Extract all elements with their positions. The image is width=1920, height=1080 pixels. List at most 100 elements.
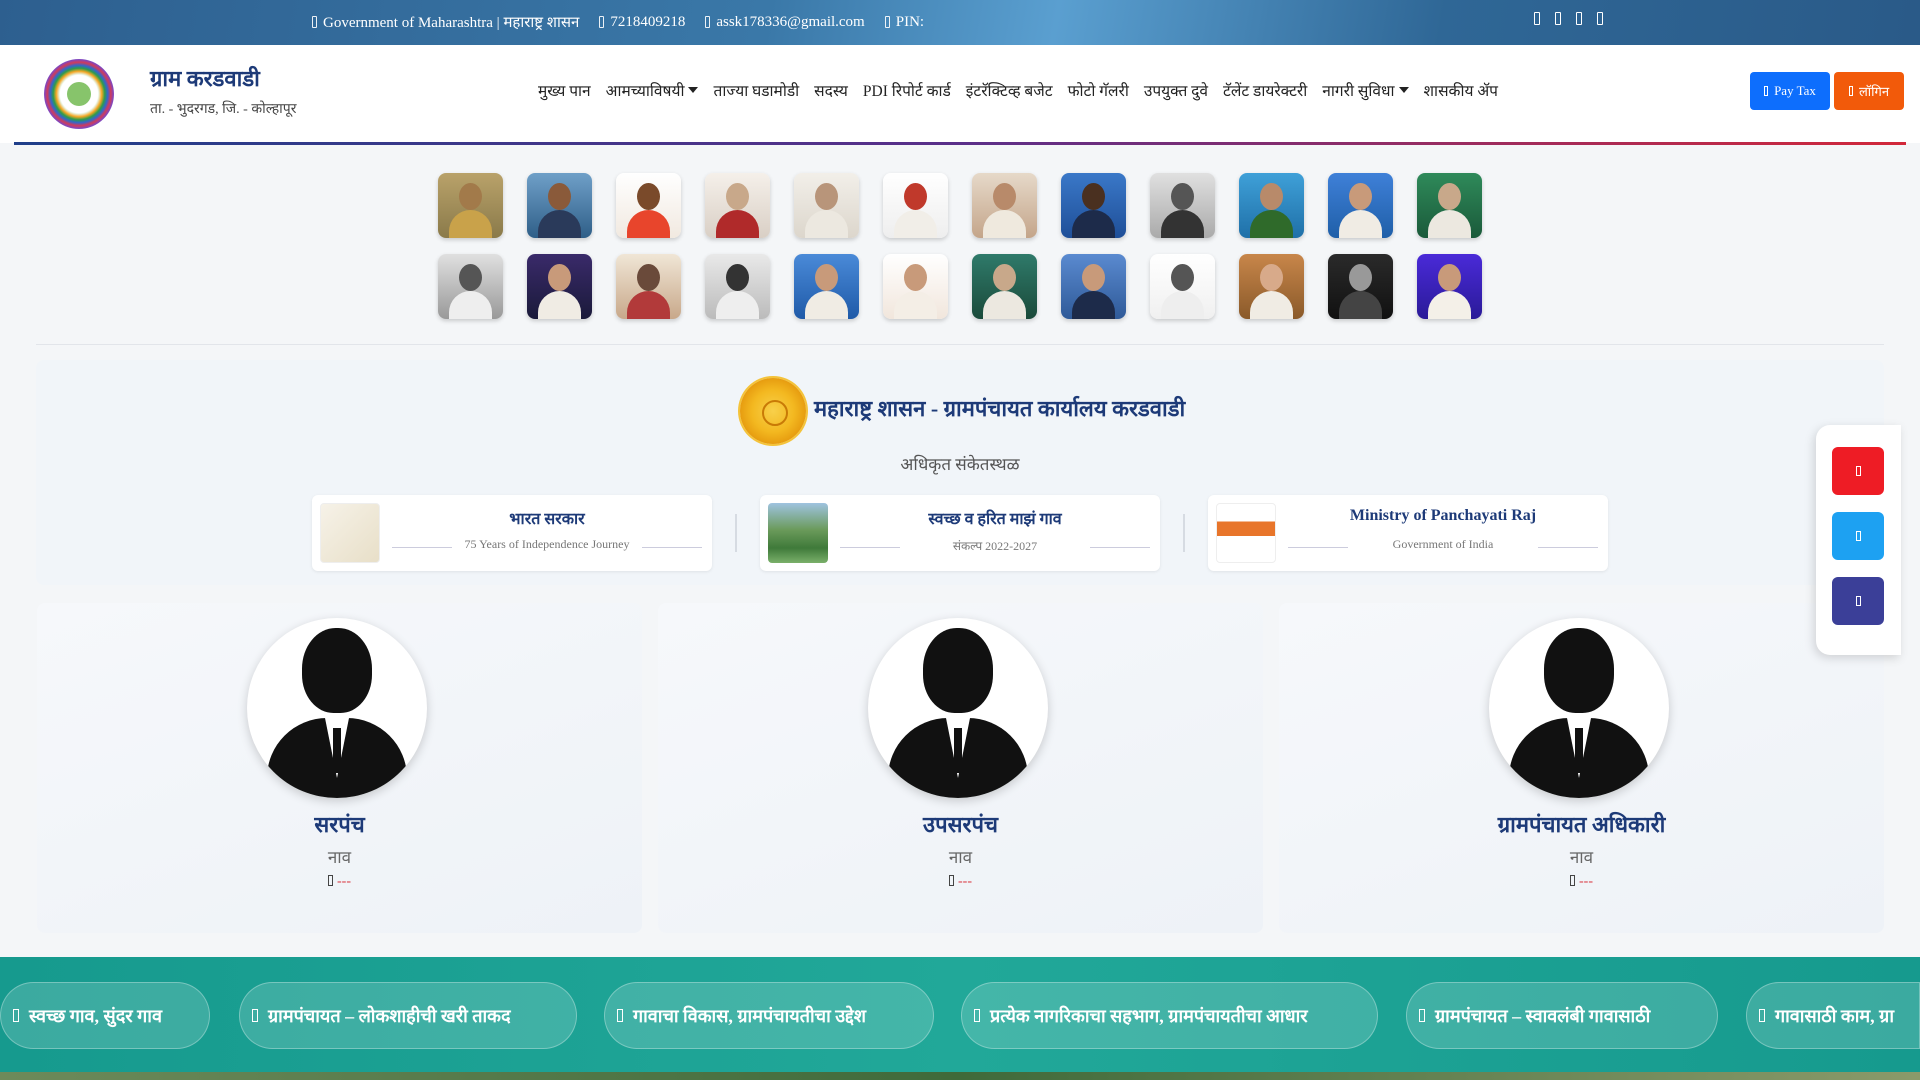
nav-members[interactable]: सदस्य [814, 79, 848, 101]
caret-down-icon [1398, 87, 1409, 93]
header: ग्राम करडवाडी ता. - भुदरगड, जि. - कोल्हा… [0, 45, 1920, 145]
card-title: स्वच्छ व हरित माझं गाव [928, 511, 1062, 528]
login-button[interactable]: लॉगिन [1834, 72, 1904, 110]
nav-talent[interactable]: टॅलेंट डायरेक्टरी [1223, 79, 1307, 101]
leader-portrait[interactable] [1150, 173, 1215, 238]
leader-portrait[interactable] [705, 173, 770, 238]
map-pin-icon [884, 16, 890, 28]
nav-pdi-report[interactable]: PDI रिपोर्ट कार्ड [863, 79, 951, 101]
main-nav: मुख्य पान आमच्याविषयी ताज्या घडामोडी सदस… [538, 79, 1498, 101]
village-logo[interactable] [44, 59, 114, 129]
pin-info: PIN: [884, 14, 924, 31]
footer-image-strip [0, 1072, 1920, 1080]
facebook-icon[interactable] [1534, 12, 1540, 25]
phone-icon [949, 875, 954, 886]
link-card-panchayati-raj[interactable]: Ministry of Panchayati Raj Government of… [1208, 495, 1608, 571]
phone-icon [599, 16, 605, 28]
officer-phone[interactable]: --- [658, 874, 1263, 890]
phone-info[interactable]: 7218409218 [599, 14, 685, 31]
card-subtitle: 75 Years of Independence Journey [464, 537, 630, 551]
village-location: ता. - भुदरगड, जि. - कोल्हापूर [150, 102, 297, 117]
official-subtitle: अधिकृत संकेतस्थळ [900, 455, 1020, 474]
leader-portrait[interactable] [527, 254, 592, 319]
nav-services[interactable]: नागरी सुविधा [1322, 79, 1409, 101]
nav-news[interactable]: ताज्या घडामोडी [713, 79, 799, 101]
avatar [1489, 618, 1669, 798]
twitter-icon [1855, 531, 1861, 541]
ticker-item: ग्रामपंचायत – लोकशाहीची खरी ताकद [239, 982, 577, 1049]
slogan-ticker: स्वच्छ गाव, सुंदर गाव ग्रामपंचायत – लोकश… [0, 957, 1920, 1072]
leader-portrait[interactable] [883, 173, 948, 238]
government-info: Government of Maharashtra | महाराष्ट्र श… [312, 12, 579, 32]
officer-role: उपसरपंच [923, 812, 998, 837]
leader-portrait[interactable] [883, 254, 948, 319]
leader-portrait[interactable] [1328, 173, 1393, 238]
phone-icon [1570, 875, 1575, 886]
email-info[interactable]: assk178336@gmail.com [705, 14, 865, 31]
building-icon [312, 16, 317, 28]
officer-name: नाव [1569, 848, 1594, 867]
leader-portrait[interactable] [972, 254, 1037, 319]
nav-about[interactable]: आमच्याविषयी [606, 79, 699, 101]
link-card-bharat-sarkar[interactable]: भारत सरकार 75 Years of Independence Jour… [312, 495, 712, 571]
leader-portrait[interactable] [1150, 254, 1215, 319]
pay-tax-button[interactable]: Pay Tax [1750, 72, 1830, 110]
leader-portrait[interactable] [1417, 254, 1482, 319]
youtube-icon[interactable] [1597, 12, 1603, 25]
leader-portrait[interactable] [438, 173, 503, 238]
leader-portrait[interactable] [972, 173, 1037, 238]
leaf-icon [13, 1009, 19, 1022]
leader-portrait[interactable] [1239, 254, 1304, 319]
leader-portrait[interactable] [438, 254, 503, 319]
nav-home[interactable]: मुख्य पान [538, 79, 591, 101]
floating-social-bar [1816, 425, 1901, 655]
brand[interactable]: ग्राम करडवाडी ता. - भुदरगड, जि. - कोल्हा… [150, 63, 296, 118]
nav-budget[interactable]: इंटरॅक्टिव्ह बजेट [966, 79, 1053, 101]
ticker-item: गावासाठी काम, ग्रा [1746, 982, 1920, 1049]
avatar [868, 618, 1048, 798]
top-bar: Government of Maharashtra | महाराष्ट्र श… [0, 0, 1920, 45]
leader-portrait[interactable] [1417, 173, 1482, 238]
officer-role: सरपंच [314, 812, 365, 837]
leaf-icon [1419, 1009, 1425, 1022]
twitter-icon[interactable] [1555, 12, 1561, 25]
leader-portrait[interactable] [616, 173, 681, 238]
leaf-icon [617, 1009, 623, 1022]
leader-portrait[interactable] [1061, 254, 1126, 319]
card-separator [1183, 514, 1185, 552]
link-card-swachh-harit[interactable]: स्वच्छ व हरित माझं गाव संकल्प 2022-2027 [760, 495, 1160, 571]
leader-portrait[interactable] [705, 254, 770, 319]
village-name: ग्राम करडवाडी [150, 66, 260, 91]
leader-portrait[interactable] [794, 173, 859, 238]
leader-portrait[interactable] [1061, 173, 1126, 238]
youtube-icon [1855, 466, 1861, 476]
leader-portrait[interactable] [1239, 173, 1304, 238]
ticker-item: प्रत्येक नागरिकाचा सहभाग, ग्रामपंचायतीचा… [961, 982, 1378, 1049]
leader-portrait[interactable] [616, 254, 681, 319]
youtube-button[interactable] [1832, 447, 1884, 495]
leaf-icon [252, 1009, 258, 1022]
leader-portrait[interactable] [527, 173, 592, 238]
officer-role: ग्रामपंचायत अधिकारी [1497, 812, 1666, 837]
card-subtitle: Government of India [1392, 537, 1494, 551]
azadi-amrit-mahotsav-logo [320, 503, 380, 563]
officer-name: नाव [948, 848, 973, 867]
instagram-icon[interactable] [1576, 12, 1582, 25]
nav-links[interactable]: उपयुक्त दुवे [1144, 79, 1208, 101]
facebook-button[interactable] [1832, 577, 1884, 625]
rupee-icon [1764, 86, 1769, 96]
panchayati-raj-logo [1216, 503, 1276, 563]
village-landscape-image [768, 503, 828, 563]
leader-portrait[interactable] [794, 254, 859, 319]
officer-phone[interactable]: --- [37, 874, 642, 890]
officer-phone[interactable]: --- [1279, 874, 1884, 890]
ticker-item: ग्रामपंचायत – स्वावलंबी गावासाठी [1406, 982, 1718, 1049]
leaf-icon [974, 1009, 980, 1022]
section-divider [36, 344, 1884, 345]
twitter-button[interactable] [1832, 512, 1884, 560]
nav-gallery[interactable]: फोटो गॅलरी [1068, 79, 1129, 101]
card-subtitle: संकल्प 2022-2027 [952, 539, 1038, 553]
leader-portrait[interactable] [1328, 254, 1393, 319]
officer-name: नाव [327, 848, 352, 867]
nav-apps[interactable]: शासकीय ॲप [1424, 79, 1498, 101]
